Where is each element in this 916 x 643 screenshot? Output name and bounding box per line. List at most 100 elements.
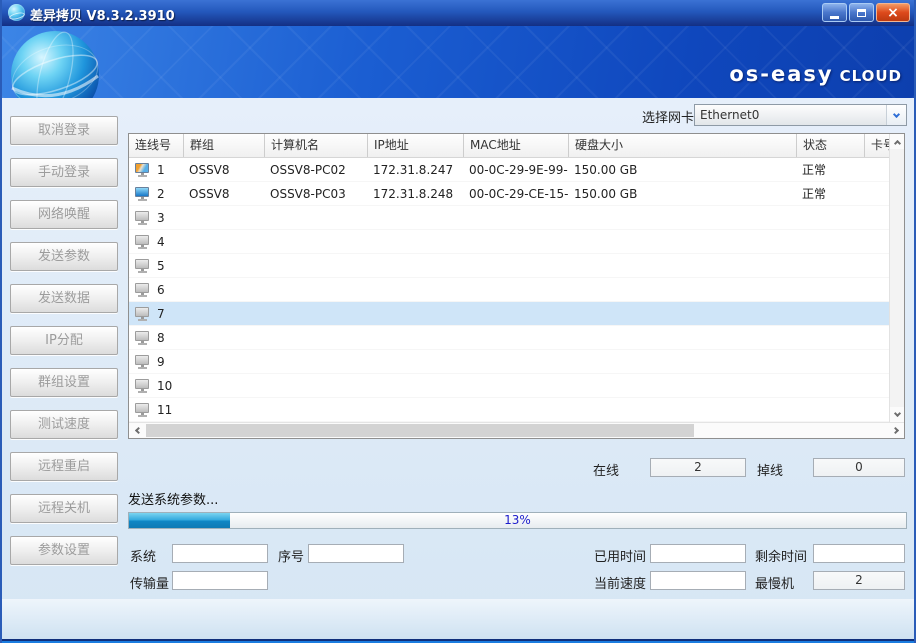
transfer-label: 传输量 xyxy=(130,573,169,592)
table-header: 连线号群组计算机名IP地址MAC地址硬盘大小状态卡号 xyxy=(129,134,904,158)
title-bar: 差异拷贝 V8.3.2.3910 × xyxy=(2,0,914,26)
monitor-online-active-icon xyxy=(134,163,151,177)
header-cell-disk[interactable]: 硬盘大小 xyxy=(568,134,796,157)
row-number: 5 xyxy=(157,259,165,273)
h-scroll-thumb[interactable] xyxy=(146,424,694,437)
header-cell-ip[interactable]: IP地址 xyxy=(367,134,463,157)
table-row[interactable]: 3 xyxy=(129,206,904,230)
chevron-left-icon xyxy=(134,427,141,434)
cell-num: 10 xyxy=(129,379,183,393)
cell-num: 7 xyxy=(129,307,183,321)
scroll-down-button[interactable] xyxy=(890,407,904,422)
serial-label: 序号 xyxy=(278,546,304,565)
sidebar-button-manual-login[interactable]: 手动登录 xyxy=(10,158,118,187)
brand-logo: os-easyCLOUD xyxy=(729,62,902,86)
monitor-offline-icon xyxy=(134,259,151,273)
row-number: 4 xyxy=(157,235,165,249)
slowest-machine-field[interactable]: 2 xyxy=(813,571,905,590)
progress-status-text: 发送系统参数... xyxy=(128,489,218,508)
horizontal-scrollbar[interactable] xyxy=(129,422,904,438)
cell-num: 1 xyxy=(129,163,183,177)
client-table: 连线号群组计算机名IP地址MAC地址硬盘大小状态卡号 1OSSV8OSSV8-P… xyxy=(128,133,905,439)
offline-count-field[interactable]: 0 xyxy=(813,458,905,477)
sidebar-button-remote-restart[interactable]: 远程重启 xyxy=(10,452,118,481)
table-row[interactable]: 4 xyxy=(129,230,904,254)
header-cell-mac[interactable]: MAC地址 xyxy=(463,134,568,157)
serial-field[interactable] xyxy=(308,544,404,563)
table-row[interactable]: 6 xyxy=(129,278,904,302)
table-row[interactable]: 7 xyxy=(129,302,904,326)
elapsed-time-field[interactable] xyxy=(650,544,746,563)
cell-num: 6 xyxy=(129,283,183,297)
minimize-button[interactable] xyxy=(822,3,847,22)
sidebar-button-remote-shutdown[interactable]: 远程关机 xyxy=(10,494,118,523)
app-window: 差异拷贝 V8.3.2.3910 × xyxy=(0,0,916,643)
monitor-offline-icon xyxy=(134,211,151,225)
table-row[interactable]: 11 xyxy=(129,398,904,422)
cell-disk: 150.00 GB xyxy=(568,163,796,177)
cell-num: 3 xyxy=(129,211,183,225)
row-number: 7 xyxy=(157,307,165,321)
table-row[interactable]: 1OSSV8OSSV8-PC02172.31.8.24700-0C-29-9E-… xyxy=(129,158,904,182)
online-count-field[interactable]: 2 xyxy=(650,458,746,477)
transfer-field[interactable] xyxy=(172,571,268,590)
monitor-offline-icon xyxy=(134,283,151,297)
sidebar-button-send-params[interactable]: 发送参数 xyxy=(10,242,118,271)
row-number: 3 xyxy=(157,211,165,225)
chevron-right-icon xyxy=(891,427,898,434)
brand-primary: os-easy xyxy=(729,62,833,86)
header-cell-group[interactable]: 群组 xyxy=(183,134,264,157)
online-label: 在线 xyxy=(593,460,619,479)
header-cell-card[interactable]: 卡号 xyxy=(864,134,889,157)
cell-group: OSSV8 xyxy=(183,163,264,177)
chevron-down-icon xyxy=(893,410,900,417)
chevron-up-icon xyxy=(893,139,900,146)
maximize-icon xyxy=(857,9,866,17)
table-row[interactable]: 10 xyxy=(129,374,904,398)
cell-num: 9 xyxy=(129,355,183,369)
close-button[interactable]: × xyxy=(876,3,910,22)
sidebar-button-cancel-login[interactable]: 取消登录 xyxy=(10,116,118,145)
table-body: 1OSSV8OSSV8-PC02172.31.8.24700-0C-29-9E-… xyxy=(129,158,904,422)
cell-status: 正常 xyxy=(796,185,864,202)
header-cell-num[interactable]: 连线号 xyxy=(129,134,183,157)
table-row[interactable]: 5 xyxy=(129,254,904,278)
sidebar-button-wake-on-lan[interactable]: 网络唤醒 xyxy=(10,200,118,229)
cell-group: OSSV8 xyxy=(183,187,264,201)
sidebar-button-test-speed[interactable]: 测试速度 xyxy=(10,410,118,439)
sidebar-button-param-settings[interactable]: 参数设置 xyxy=(10,536,118,565)
row-number: 8 xyxy=(157,331,165,345)
remaining-time-label: 剩余时间 xyxy=(755,546,807,565)
remaining-time-field[interactable] xyxy=(813,544,905,563)
nic-dropdown-button[interactable] xyxy=(886,105,906,125)
footer xyxy=(2,599,914,639)
cell-num: 4 xyxy=(129,235,183,249)
nic-select[interactable]: Ethernet0 xyxy=(694,104,907,126)
header-cell-status[interactable]: 状态 xyxy=(796,134,864,157)
monitor-offline-icon xyxy=(134,307,151,321)
header-cell-computer[interactable]: 计算机名 xyxy=(264,134,367,157)
slowest-machine-label: 最慢机 xyxy=(755,573,794,592)
cell-num: 2 xyxy=(129,187,183,201)
system-field[interactable] xyxy=(172,544,268,563)
nic-selected-value: Ethernet0 xyxy=(695,108,886,122)
offline-label: 掉线 xyxy=(757,460,783,479)
current-speed-field[interactable] xyxy=(650,571,746,590)
sidebar-button-ip-assign[interactable]: IP分配 xyxy=(10,326,118,355)
nic-label: 选择网卡 xyxy=(642,107,694,126)
table-row[interactable]: 9 xyxy=(129,350,904,374)
monitor-offline-icon xyxy=(134,355,151,369)
sidebar-button-group-settings[interactable]: 群组设置 xyxy=(10,368,118,397)
chevron-down-icon xyxy=(893,110,900,117)
cell-num: 8 xyxy=(129,331,183,345)
scroll-right-button[interactable] xyxy=(888,423,904,438)
monitor-offline-icon xyxy=(134,403,151,417)
sidebar-button-send-data[interactable]: 发送数据 xyxy=(10,284,118,313)
scroll-up-button[interactable] xyxy=(890,134,904,149)
table-row[interactable]: 2OSSV8OSSV8-PC03172.31.8.24800-0C-29-CE-… xyxy=(129,182,904,206)
vertical-scrollbar[interactable] xyxy=(889,134,904,422)
scroll-left-button[interactable] xyxy=(129,423,145,438)
progress-percent: 13% xyxy=(129,513,906,528)
table-row[interactable]: 8 xyxy=(129,326,904,350)
maximize-button[interactable] xyxy=(849,3,874,22)
